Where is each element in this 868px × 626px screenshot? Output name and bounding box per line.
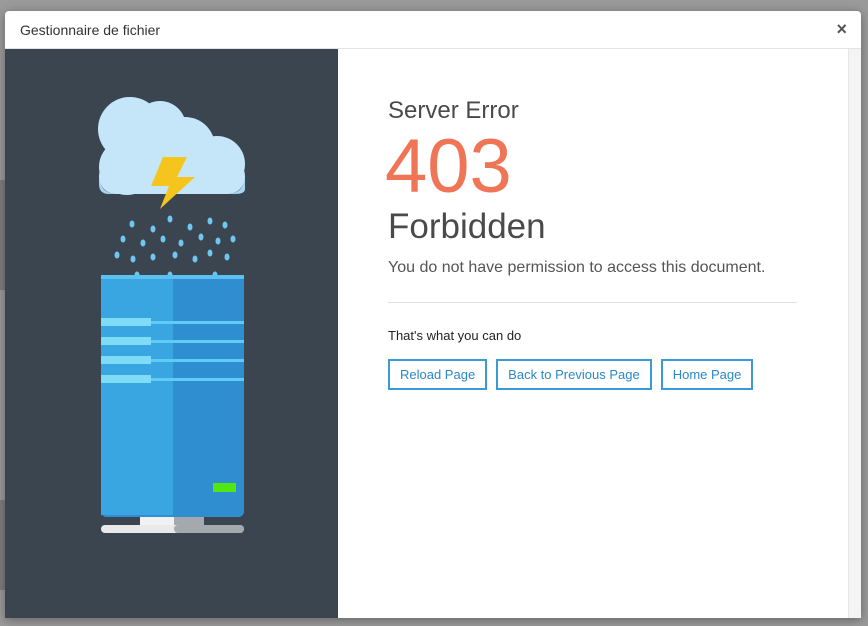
back-to-previous-page-button[interactable]: Back to Previous Page bbox=[496, 359, 652, 390]
error-code: 403 bbox=[385, 124, 512, 209]
server-rain-cloud-illustration bbox=[98, 97, 245, 533]
reload-page-button[interactable]: Reload Page bbox=[388, 359, 488, 390]
error-illustration-panel bbox=[5, 49, 338, 618]
rain-drops bbox=[114, 215, 236, 283]
modal-body: Server Error 403 Forbidden You do not ha… bbox=[5, 49, 848, 618]
actions-prompt: That's what you can do bbox=[388, 328, 522, 343]
divider bbox=[388, 302, 797, 303]
error-description: You do not have permission to access thi… bbox=[388, 259, 766, 276]
error-heading: Server Error bbox=[388, 97, 519, 124]
action-buttons: Reload Page Back to Previous Page Home P… bbox=[388, 359, 754, 390]
scrollbar[interactable] bbox=[848, 49, 861, 618]
home-page-button[interactable]: Home Page bbox=[660, 359, 754, 390]
close-icon[interactable]: × bbox=[836, 20, 847, 38]
server-icon bbox=[101, 275, 244, 533]
error-name: Forbidden bbox=[388, 207, 546, 246]
modal-title: Gestionnaire de fichier bbox=[20, 22, 161, 38]
file-manager-modal: Gestionnaire de fichier × Server Error 4… bbox=[5, 11, 861, 618]
modal-header: Gestionnaire de fichier × bbox=[5, 11, 861, 49]
